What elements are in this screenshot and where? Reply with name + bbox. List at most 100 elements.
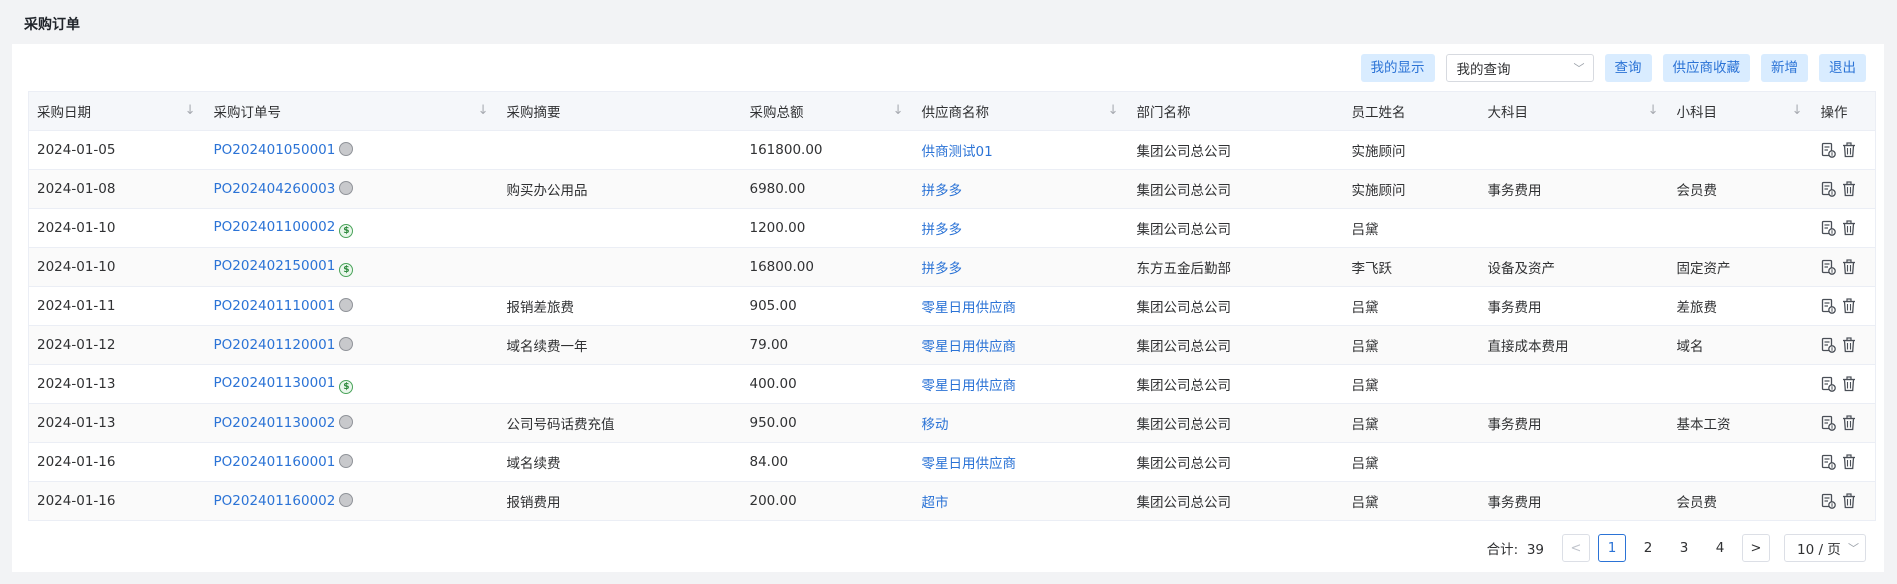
chevron-down-icon: ﹀ (1848, 542, 1859, 555)
edit-document-icon[interactable] (1821, 298, 1836, 314)
supplier-link[interactable]: 移动 (922, 417, 949, 433)
header-order-no[interactable]: 采购订单号 ↓ (205, 91, 499, 131)
table-row[interactable]: 2024-01-05 PO202401050001 161800.00 供商测试01 集… (28, 130, 1876, 170)
edit-document-icon[interactable] (1821, 454, 1836, 470)
order-no-link[interactable]: PO202401160001 (214, 454, 336, 470)
trash-icon[interactable] (1842, 454, 1856, 470)
table-row[interactable]: 2024-01-13 PO202401130002 公司号码话费充值 950.00 移动… (28, 403, 1876, 443)
supplier-link[interactable]: 零星日用供应商 (922, 339, 1017, 355)
cell-major (1479, 442, 1669, 482)
supplier-link[interactable]: 供商测试01 (922, 144, 993, 160)
trash-icon[interactable] (1842, 376, 1856, 392)
trash-icon[interactable] (1842, 337, 1856, 353)
sort-icon[interactable]: ↓ (1108, 103, 1119, 118)
supplier-link[interactable]: 拼多多 (922, 261, 963, 277)
header-summary: 采购摘要 (498, 91, 742, 131)
supplier-favorites-button[interactable]: 供应商收藏 (1662, 54, 1750, 82)
trash-icon[interactable] (1842, 142, 1856, 158)
page-number-4[interactable]: 4 (1706, 534, 1734, 562)
sort-icon[interactable]: ↓ (1648, 103, 1659, 118)
cell-summary (498, 364, 742, 404)
order-no-link[interactable]: PO202401100002 (214, 219, 336, 235)
cell-major (1479, 364, 1669, 404)
sort-icon[interactable]: ↓ (893, 103, 904, 118)
page-number-1[interactable]: 1 (1598, 534, 1626, 562)
order-no-link[interactable]: PO202402150001 (214, 258, 336, 274)
header-date[interactable]: 采购日期 ↓ (28, 91, 206, 131)
cell-date: 2024-01-10 (28, 247, 206, 287)
supplier-link[interactable]: 零星日用供应商 (922, 300, 1017, 316)
edit-document-icon[interactable] (1821, 142, 1836, 158)
header-minor[interactable]: 小科目 ↓ (1668, 91, 1813, 131)
supplier-link[interactable]: 零星日用供应商 (922, 456, 1017, 472)
supplier-link[interactable]: 超市 (922, 495, 949, 511)
edit-document-icon[interactable] (1821, 493, 1836, 509)
page-number-2[interactable]: 2 (1634, 534, 1662, 562)
sort-icon[interactable]: ↓ (185, 103, 196, 118)
sort-icon[interactable]: ↓ (1792, 103, 1803, 118)
page-number-3[interactable]: 3 (1670, 534, 1698, 562)
order-no-link[interactable]: PO202401160002 (214, 493, 336, 509)
header-department: 部门名称 (1128, 91, 1344, 131)
supplier-link[interactable]: 零星日用供应商 (922, 378, 1017, 394)
trash-icon[interactable] (1842, 493, 1856, 509)
query-select[interactable]: 我的查询 ﹀ (1445, 54, 1594, 82)
table-row[interactable]: 2024-01-10 PO202401100002 $1200.00 拼多多 集团公司总… (28, 208, 1876, 248)
edit-document-icon[interactable] (1821, 181, 1836, 197)
edit-document-icon[interactable] (1821, 376, 1836, 392)
my-display-button[interactable]: 我的显示 (1360, 54, 1435, 82)
cell-summary (498, 130, 742, 170)
header-amount[interactable]: 采购总额 ↓ (741, 91, 914, 131)
sort-icon[interactable]: ↓ (478, 103, 489, 118)
edit-document-icon[interactable] (1821, 259, 1836, 275)
header-department-label: 部门名称 (1136, 105, 1191, 121)
order-no-link[interactable]: PO202401110001 (214, 298, 336, 314)
trash-icon[interactable] (1842, 220, 1856, 236)
header-supplier[interactable]: 供应商名称 ↓ (913, 91, 1129, 131)
order-no-link[interactable]: PO202401130002 (214, 415, 336, 431)
cell-employee: 吕黛 (1343, 403, 1480, 443)
exit-button[interactable]: 退出 (1819, 54, 1866, 82)
order-no-link[interactable]: PO202401120001 (214, 337, 336, 353)
edit-document-icon[interactable] (1821, 337, 1836, 353)
cell-order-no: PO202401160002 (205, 481, 499, 521)
supplier-link[interactable]: 拼多多 (922, 183, 963, 199)
cell-employee: 吕黛 (1343, 325, 1480, 365)
table-row[interactable]: 2024-01-16 PO202401160002 报销费用 200.00 超市 集团公司… (28, 481, 1876, 521)
page-size-select[interactable]: 10 / 页 ﹀ (1784, 534, 1866, 562)
prev-page-button[interactable]: < (1562, 534, 1590, 562)
order-no-link[interactable]: PO202404260003 (214, 181, 336, 197)
query-button[interactable]: 查询 (1604, 54, 1652, 82)
total-label: 合计: (1486, 542, 1519, 558)
table-row[interactable]: 2024-01-12 PO202401120001 域名续费一年 79.00 零星日用供… (28, 325, 1876, 365)
cell-major: 事务费用 (1479, 481, 1669, 521)
header-order-no-label: 采购订单号 (213, 105, 282, 121)
table-row[interactable]: 2024-01-10 PO202402150001 $16800.00 拼多多 东方五金… (28, 247, 1876, 287)
trash-icon[interactable] (1842, 298, 1856, 314)
header-ops-label: 操作 (1820, 105, 1848, 121)
edit-document-icon[interactable] (1821, 220, 1836, 236)
next-page-button[interactable]: > (1742, 534, 1770, 562)
edit-document-icon[interactable] (1821, 415, 1836, 431)
order-no-link[interactable]: PO202401130001 (214, 375, 336, 391)
gray-circle-icon (339, 337, 354, 351)
order-no-link[interactable]: PO202401050001 (214, 142, 336, 158)
cell-minor: 会员费 (1668, 169, 1813, 209)
cell-major (1479, 208, 1669, 248)
trash-icon[interactable] (1842, 259, 1856, 275)
cell-date: 2024-01-13 (28, 364, 206, 404)
cell-minor (1668, 130, 1813, 170)
supplier-link[interactable]: 拼多多 (922, 222, 963, 238)
header-minor-label: 小科目 (1676, 105, 1718, 121)
trash-icon[interactable] (1842, 415, 1856, 431)
table-row[interactable]: 2024-01-13 PO202401130001 $400.00 零星日用供应商 集团… (28, 364, 1876, 404)
cell-minor: 域名 (1668, 325, 1813, 365)
table-row[interactable]: 2024-01-16 PO202401160001 域名续费 84.00 零星日用供应商… (28, 442, 1876, 482)
cell-supplier: 移动 (913, 403, 1129, 443)
table-row[interactable]: 2024-01-08 PO202404260003 购买办公用品 6980.00 拼多多… (28, 169, 1876, 209)
header-major[interactable]: 大科目 ↓ (1479, 91, 1669, 131)
cell-supplier: 零星日用供应商 (913, 325, 1129, 365)
table-row[interactable]: 2024-01-11 PO202401110001 报销差旅费 905.00 零星日用供… (28, 286, 1876, 326)
trash-icon[interactable] (1842, 181, 1856, 197)
add-button[interactable]: 新增 (1761, 54, 1808, 82)
